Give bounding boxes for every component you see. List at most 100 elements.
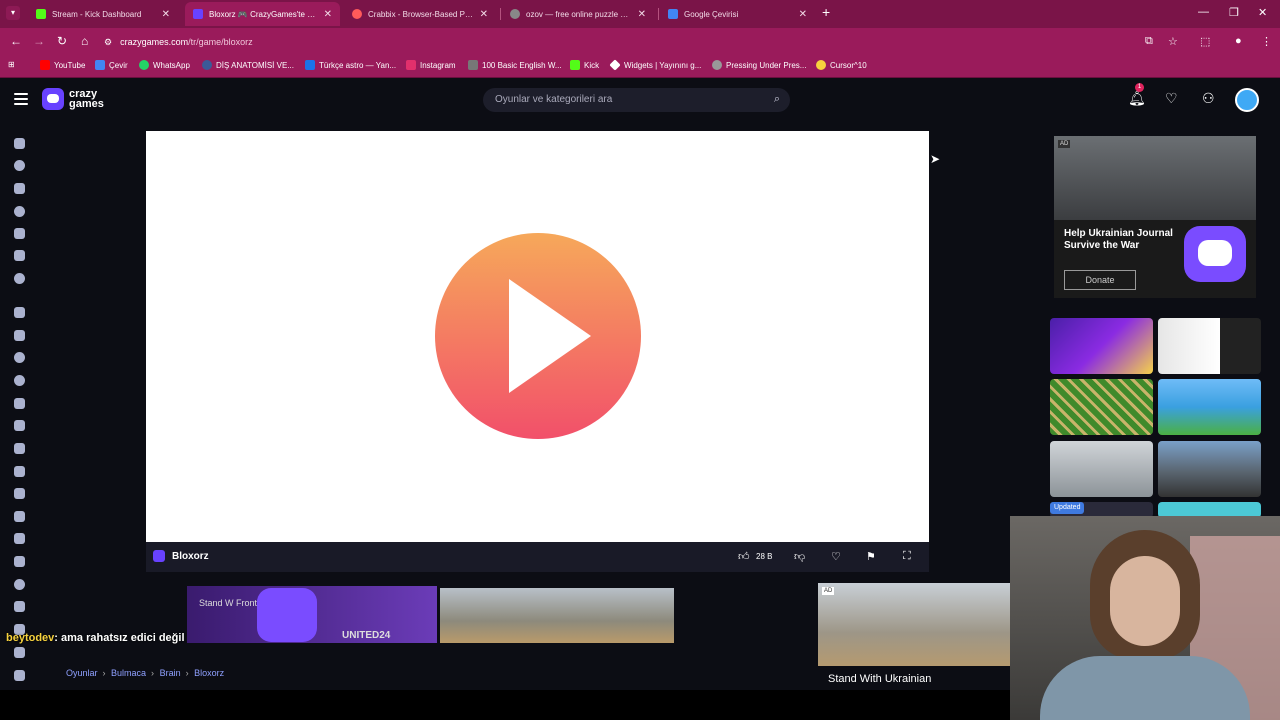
forward-arrow-icon[interactable]: → [33,34,45,48]
bookmark-dis-anatomisi[interactable]: DİŞ ANATOMİSİ VE... [202,60,294,70]
sports-icon[interactable] [14,375,25,386]
new-tab-button[interactable]: + [822,4,830,20]
breadcrumb-item[interactable]: Bulmaca [111,668,146,678]
close-tab-icon[interactable]: ✕ [638,9,646,20]
hamburger-menu-icon[interactable] [14,93,28,105]
game-thumbnail[interactable] [1158,379,1261,435]
controller-icon[interactable] [14,488,25,499]
bookmark-pressing[interactable]: Pressing Under Pres... [712,60,806,70]
more-menu-icon[interactable]: ⋮ [1261,35,1272,48]
notification-bell-icon[interactable]: 🔔︎ [1128,90,1146,107]
donate-button[interactable]: Donate [1064,270,1136,290]
home-icon[interactable]: ⌂ [81,34,88,48]
horror-icon[interactable] [14,647,25,658]
game-thumbnail[interactable] [1050,441,1153,497]
trending-icon[interactable] [14,206,25,217]
play-button[interactable] [435,233,641,439]
home-icon[interactable] [14,138,25,149]
tags-icon[interactable] [14,670,25,681]
game-thumbnail[interactable] [1050,318,1153,374]
extensions-icon[interactable]: ⬚ [1200,35,1210,48]
breadcrumb-item[interactable]: Brain [160,668,181,678]
adventure-icon[interactable] [14,511,25,522]
browser-address-bar: ← → ↻ ⌂ ⚙ crazygames.com/tr/game/bloxorz… [0,28,1280,56]
shooting-icon[interactable] [14,352,25,363]
fullscreen-icon[interactable]: ⛶ [903,550,911,563]
browser-tab-ozov[interactable]: ozov — free online puzzle gam ✕ [502,2,654,26]
user-avatar[interactable] [1235,88,1259,112]
restore-window-icon[interactable]: ❐ [1229,6,1239,19]
minimize-window-icon[interactable]: — [1198,6,1209,18]
back-arrow-icon[interactable]: ← [10,34,22,48]
profile-icon[interactable]: ● [1235,35,1242,47]
kick-icon [570,60,580,70]
bookmark-turkce-astro[interactable]: Türkçe astro — Yan... [305,60,396,70]
game-thumbnail[interactable] [1158,441,1261,497]
close-tab-icon[interactable]: ✕ [162,9,170,20]
originals-icon[interactable] [14,250,25,261]
report-icon[interactable]: ⚑ [866,550,876,563]
bookmark-cevir[interactable]: Çevir [95,60,128,70]
favorite-heart-icon[interactable]: ♡ [831,550,841,563]
close-window-icon[interactable]: ✕ [1258,6,1267,19]
bookmark-widgets[interactable]: Widgets | Yayınını g... [609,59,701,71]
pressing-icon [712,60,722,70]
site-info-icon[interactable]: ⚙ [104,37,112,48]
game-thumbnail[interactable] [1158,318,1261,374]
browser-tab-kick[interactable]: Stream - Kick Dashboard ✕ [28,2,178,26]
bookmark-cursor[interactable]: Cursor^10 [816,60,867,70]
cards-icon[interactable] [14,601,25,612]
tiles-icon[interactable] [14,533,25,544]
crazygames-logo[interactable]: crazy games [42,88,104,110]
ad-banner-top[interactable]: AD Help Ukrainian Journal Survive the Wa… [1054,136,1256,298]
url-input[interactable]: ⚙ crazygames.com/tr/game/bloxorz [104,31,1104,53]
updated-icon[interactable] [14,228,25,239]
driving-icon[interactable] [14,330,25,341]
breadcrumb-item[interactable]: Bloxorz [194,668,224,678]
bookmark-youtube[interactable]: YouTube [40,60,85,70]
girls-icon[interactable] [14,556,25,567]
bookmark-whatsapp[interactable]: WhatsApp [139,60,190,70]
favorites-heart-icon[interactable]: ♡ [1165,90,1178,107]
ad-banner-video[interactable] [440,588,674,643]
reload-icon[interactable]: ↻ [57,34,67,48]
browser-tab-google-translate[interactable]: Google Çevirisi ✕ [660,2,815,26]
like-thumb-icon[interactable]: 👍︎ [738,550,750,563]
browser-tab-bloxorz[interactable]: Bloxorz 🎮 CrazyGames'te oyn ✕ [185,2,340,26]
crazygames-favicon-icon [193,9,203,19]
install-app-icon[interactable]: ⧉ [1145,35,1153,48]
translate-icon [95,60,105,70]
bookmark-instagram[interactable]: Instagram [406,60,456,70]
tab-search-button[interactable]: ▾ [6,6,20,20]
search-icon[interactable]: ⌕ [774,93,780,106]
bookmark-english-words[interactable]: 100 Basic English W... [468,60,562,70]
search-input[interactable]: Oyunlar ve kategorileri ara ⌕ [483,88,790,112]
bookmark-star-icon[interactable]: ☆ [1168,35,1178,48]
recent-icon[interactable] [14,160,25,171]
close-tab-icon[interactable]: ✕ [799,9,807,20]
new-games-icon[interactable] [14,183,25,194]
puzzle-icon[interactable] [14,466,25,477]
ad-card[interactable]: AD Stand With Ukrainian [818,583,1010,690]
bookmark-kick[interactable]: Kick [570,60,599,70]
action-icon[interactable] [14,307,25,318]
io-icon[interactable] [14,398,25,409]
friends-icon[interactable]: ⚇ [1202,90,1215,107]
tab-divider [658,8,659,20]
dislike-thumb-icon[interactable]: 👎︎ [794,550,805,563]
game-thumbnail[interactable] [1050,379,1153,435]
close-tab-icon[interactable]: ✕ [324,9,332,20]
breadcrumb-item[interactable]: Oyunlar [66,668,98,678]
game-frame[interactable] [146,131,929,542]
multiplayer-icon[interactable] [14,273,25,284]
gun-icon[interactable] [14,420,25,431]
close-tab-icon[interactable]: ✕ [480,9,488,20]
game-toolbar: Bloxorz 👍︎ 28 B 👎︎ ♡ ⚑ ⛶ [146,542,929,572]
clicker-icon[interactable] [14,443,25,454]
casual-icon[interactable] [14,579,25,590]
apps-grid-icon[interactable]: ⊞ [8,60,15,69]
breadcrumb: Oyunlar › Bulmaca › Brain › Bloxorz [66,668,225,678]
browser-tab-crabbix[interactable]: Crabbix - Browser-Based Puzzl ✕ [344,2,496,26]
ad-card-image [818,583,1010,666]
ad-banner-united24[interactable]: Stand W Frontline UNITED24 [187,586,437,643]
